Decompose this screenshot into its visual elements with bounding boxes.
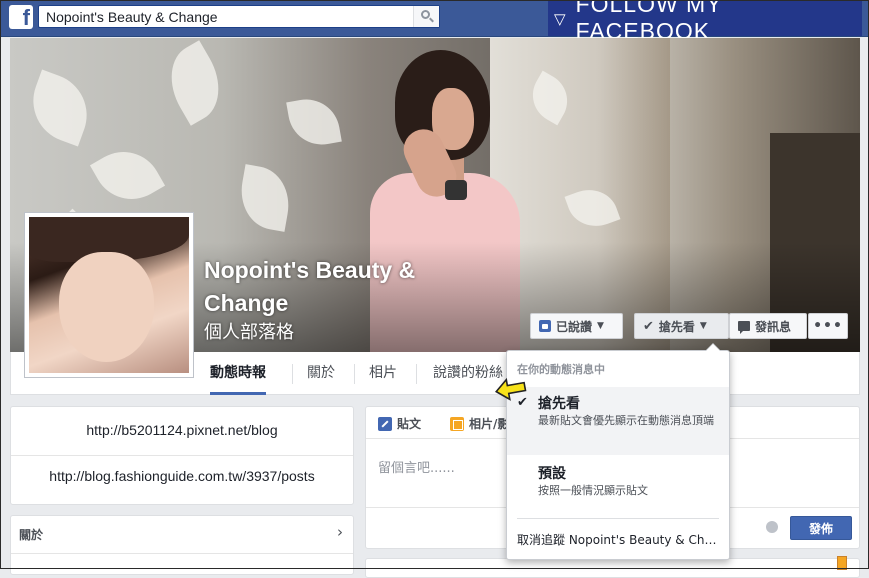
tab-post[interactable]: 貼文 [378,415,421,432]
menu-item-unfollow[interactable]: 取消追蹤 Nopoint's Beauty & Change [517,531,722,548]
page-title[interactable]: Nopoint's Beauty & Change [204,254,464,320]
next-card [365,558,860,578]
search-input[interactable] [39,6,413,27]
caret-down-icon: ▼ [597,321,604,331]
search-button[interactable] [413,6,439,27]
website-link[interactable]: http://b5201124.pixnet.net/blog [11,422,353,438]
about-heading[interactable]: 關於 [19,526,43,543]
top-navigation-bar: f ▽ FOLLOW MY FACEBOOK [0,0,869,44]
composer-input[interactable]: 留個言吧...... [378,457,455,476]
cursor-pointer-icon [494,377,527,401]
tab-about[interactable]: 關於 [307,362,335,386]
globe-icon[interactable] [766,521,778,533]
menu-item-default[interactable]: 預設 按照一般情況顯示貼文 [507,455,729,507]
pencil-icon [378,416,392,431]
see-first-dropdown-menu: 在你的動態消息中 ✔ 搶先看 最新貼文會優先顯示在動態消息頂端 預設 按照一般情… [506,343,730,560]
tab-photo-video[interactable]: 相片/影 [450,415,509,432]
chevron-right-icon[interactable]: › [337,523,343,541]
scroll-marker [837,556,847,570]
post-button[interactable]: 發佈 [790,516,852,540]
more-dots-icon: ••• [813,318,843,334]
more-options-button[interactable]: ••• [808,313,848,339]
profile-picture[interactable] [24,212,194,378]
see-first-button[interactable]: ✔ 搶先看 ▼ [634,313,729,339]
menu-item-see-first[interactable]: ✔ 搶先看 最新貼文會優先顯示在動態消息頂端 [507,387,729,455]
tab-likes[interactable]: 說讚的粉絲 [433,362,503,386]
page-category[interactable]: 個人部落格 [204,318,294,344]
avatar [29,217,189,373]
photo-icon [450,416,464,431]
website-link[interactable]: http://blog.fashionguide.com.tw/3937/pos… [11,468,353,484]
thumbs-up-icon [539,320,551,332]
facebook-logo-icon[interactable]: f [9,5,33,30]
liked-button[interactable]: 已說讚 ▼ [530,313,623,339]
caret-down-icon: ▼ [699,321,707,331]
tab-timeline[interactable]: 動態時報 [210,362,266,395]
website-links-card: http://b5201124.pixnet.net/blog http://b… [10,406,354,505]
triangle-down-icon: ▽ [554,11,567,28]
follow-banner: ▽ FOLLOW MY FACEBOOK [548,0,862,44]
about-card: 關於 › [10,515,354,575]
dropdown-header: 在你的動態消息中 [517,363,605,376]
checkmark-icon: ✔ [643,318,654,334]
tab-photos[interactable]: 相片 [369,362,397,386]
search-box[interactable] [38,5,440,28]
message-button[interactable]: 發訊息 [729,313,807,339]
message-icon [738,321,750,334]
